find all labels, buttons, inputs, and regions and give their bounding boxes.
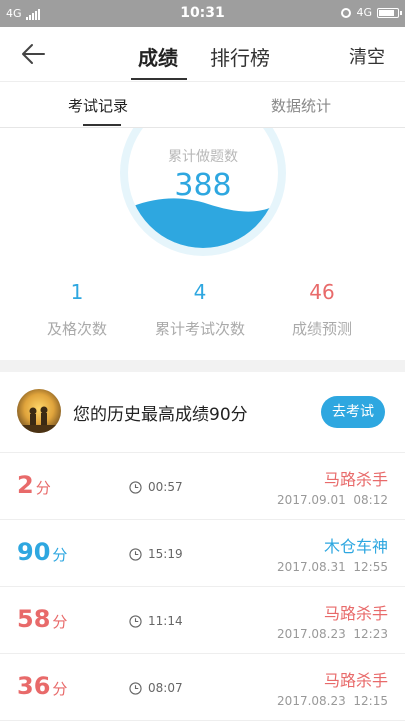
network-label-right: 4G	[356, 6, 372, 19]
score-value: 90	[17, 538, 51, 566]
record-row[interactable]: 58 分 11:14 马路杀手 2017.08.23 12:23	[0, 587, 405, 654]
avatar-image-icon	[17, 389, 61, 433]
stat-value: 4	[193, 280, 207, 304]
best-score-text: 您的历史最高成绩90分	[73, 405, 248, 425]
record-time: 12:23	[353, 627, 388, 641]
record-score: 90 分	[17, 538, 67, 566]
record-date: 2017.09.01	[277, 493, 346, 507]
score-value: 58	[17, 605, 51, 633]
alarm-icon	[341, 7, 352, 18]
stat-label: 及格次数	[46, 320, 107, 338]
record-date: 2017.08.23	[277, 627, 346, 641]
total-questions-label: 累计做题数	[168, 149, 238, 165]
duration-text: 11:14	[148, 614, 183, 628]
clock-icon	[129, 480, 142, 494]
record-title: 木仓车神	[323, 537, 388, 556]
summary-panel: 累计做题数 388 1 及格次数 4 累计考试次数 46 成绩预测	[0, 128, 405, 360]
tab-leaderboard[interactable]: 排行榜	[210, 42, 270, 71]
stat-score-prediction: 46 成绩预测	[262, 280, 382, 339]
status-bar: 4G 10:31 4G	[0, 0, 405, 27]
record-row[interactable]: 36 分 08:07 马路杀手 2017.08.23 12:15	[0, 654, 405, 721]
record-title: 马路杀手	[323, 604, 388, 623]
score-value: 2	[17, 471, 34, 499]
record-title: 马路杀手	[323, 470, 388, 489]
record-date: 2017.08.31	[277, 560, 346, 574]
record-datetime: 2017.08.23 12:23	[277, 627, 388, 641]
record-title: 马路杀手	[323, 671, 388, 690]
subtab-data-stats[interactable]: 数据统计	[271, 95, 331, 116]
record-duration: 08:07	[129, 681, 183, 695]
record-duration: 15:19	[129, 547, 183, 561]
duration-text: 15:19	[148, 547, 183, 561]
record-row[interactable]: 2分 00:57 马路杀手 2017.09.01 08:12	[0, 453, 405, 520]
stat-label: 累计考试次数	[154, 320, 245, 338]
subtab-exam-records[interactable]: 考试记录	[68, 95, 128, 116]
stat-value: 1	[70, 280, 84, 304]
sub-tabs: 考试记录 数据统计	[0, 82, 405, 128]
score-unit: 分	[35, 479, 51, 497]
record-time: 08:12	[353, 493, 388, 507]
stat-exam-count: 4 累计考试次数	[140, 280, 260, 339]
record-time: 12:55	[353, 560, 388, 574]
section-divider	[0, 360, 405, 372]
best-score-row: 您的历史最高成绩90分 去考试	[0, 372, 405, 453]
record-date: 2017.08.23	[277, 694, 346, 708]
stat-pass-count: 1 及格次数	[17, 280, 137, 339]
clock-icon	[129, 547, 142, 561]
score-unit: 分	[52, 613, 68, 631]
score-unit: 分	[52, 546, 68, 564]
record-datetime: 2017.09.01 08:12	[277, 493, 388, 507]
tab-scores[interactable]: 成绩	[138, 42, 178, 71]
record-score: 58 分	[17, 605, 67, 633]
duration-text: 00:57	[148, 480, 183, 494]
duration-text: 08:07	[148, 681, 183, 695]
back-button[interactable]	[18, 39, 52, 69]
wave-fill	[128, 198, 278, 248]
stat-label: 成绩预测	[291, 320, 352, 338]
total-questions-value: 388	[174, 168, 232, 203]
tab-indicator	[131, 78, 187, 80]
score-unit: 分	[52, 680, 68, 698]
record-duration: 11:14	[129, 614, 183, 628]
go-exam-button[interactable]: 去考试	[321, 396, 385, 428]
record-score: 36 分	[17, 672, 67, 700]
subtab-indicator	[83, 124, 121, 126]
battery-icon	[377, 7, 402, 18]
record-time: 12:15	[353, 694, 388, 708]
clear-button[interactable]: 清空	[349, 43, 385, 69]
status-right: 4G	[341, 6, 402, 19]
record-datetime: 2017.08.31 12:55	[277, 560, 388, 574]
avatar	[17, 389, 61, 433]
progress-circle-inner: 累计做题数 388	[128, 128, 278, 248]
record-score: 2分	[17, 471, 51, 499]
progress-circle: 累计做题数 388	[120, 128, 286, 256]
record-datetime: 2017.08.23 12:15	[277, 694, 388, 708]
battery-fill	[379, 9, 394, 16]
score-value: 36	[17, 672, 51, 700]
back-arrow-icon	[22, 44, 45, 64]
top-nav: 成绩 排行榜 清空	[0, 27, 405, 82]
clock-icon	[129, 614, 142, 628]
clock-icon	[129, 681, 142, 695]
record-duration: 00:57	[129, 480, 183, 494]
record-row[interactable]: 90 分 15:19 木仓车神 2017.08.31 12:55	[0, 520, 405, 587]
stat-value: 46	[309, 280, 335, 304]
